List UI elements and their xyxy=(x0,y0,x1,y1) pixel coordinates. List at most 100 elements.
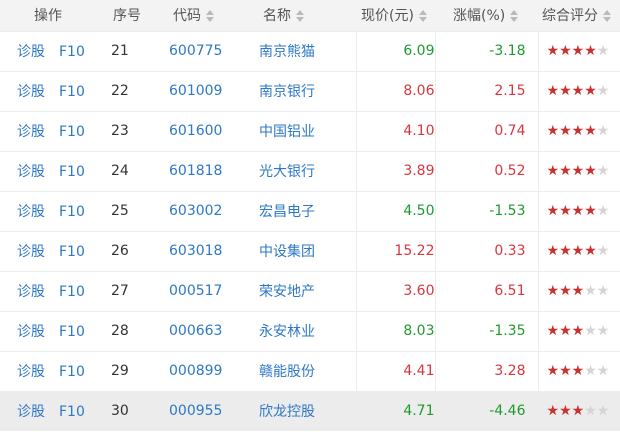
stock-code-link[interactable]: 601600 xyxy=(169,123,222,139)
star-empty-icon: ★ xyxy=(596,203,610,219)
rating-cell: ★★★★★ xyxy=(537,271,620,311)
star-empty-icon: ★ xyxy=(596,403,610,420)
change-cell: -4.46 xyxy=(434,391,538,431)
diagnose-link[interactable]: 诊股 xyxy=(17,364,45,380)
rating-stars: ★★★★★ xyxy=(547,83,610,99)
diagnose-link[interactable]: 诊股 xyxy=(17,284,45,300)
f10-link[interactable]: F10 xyxy=(59,404,85,420)
stock-code-link[interactable]: 603002 xyxy=(169,203,222,219)
header-code-sort[interactable]: 代码 xyxy=(169,0,259,31)
stock-code-link[interactable]: 000663 xyxy=(169,323,222,339)
seq-cell: 29 xyxy=(109,351,169,391)
change-cell: 0.52 xyxy=(434,151,538,191)
diagnose-link[interactable]: 诊股 xyxy=(17,204,45,220)
stock-code-link[interactable]: 000517 xyxy=(169,283,222,299)
seq-cell: 26 xyxy=(109,231,169,271)
star-empty-icon: ★ xyxy=(596,363,610,379)
star-empty-icon: ★ xyxy=(584,363,597,379)
stock-name-link[interactable]: 荣安地产 xyxy=(259,284,315,300)
star-empty-icon: ★ xyxy=(584,403,597,420)
sort-arrows-icon xyxy=(296,10,304,23)
star-filled-icon: ★ xyxy=(559,43,572,59)
op-cell: 诊股 F10 xyxy=(0,151,109,191)
row-seq: 26 xyxy=(111,243,129,259)
code-cell: 000899 xyxy=(169,351,259,391)
price-cell: 4.41 xyxy=(355,351,435,391)
f10-link[interactable]: F10 xyxy=(59,44,85,60)
rating-stars: ★★★★★ xyxy=(547,163,610,179)
rating-stars: ★★★★★ xyxy=(547,363,610,379)
f10-link[interactable]: F10 xyxy=(59,84,85,100)
diagnose-link[interactable]: 诊股 xyxy=(17,244,45,260)
f10-link[interactable]: F10 xyxy=(59,364,85,380)
header-change-sort[interactable]: 涨幅(%) xyxy=(435,0,538,31)
code-cell: 603002 xyxy=(169,191,259,231)
seq-cell: 22 xyxy=(109,71,169,111)
star-filled-icon: ★ xyxy=(584,243,597,259)
f10-link[interactable]: F10 xyxy=(59,244,85,260)
diagnose-link[interactable]: 诊股 xyxy=(17,324,45,340)
f10-link[interactable]: F10 xyxy=(59,324,85,340)
op-cell: 诊股 F10 xyxy=(0,31,109,71)
diagnose-link[interactable]: 诊股 xyxy=(17,84,45,100)
stock-name-link[interactable]: 光大银行 xyxy=(259,164,315,180)
stock-code-link[interactable]: 000955 xyxy=(169,403,222,419)
rating-stars: ★★★★★ xyxy=(547,43,610,59)
star-filled-icon: ★ xyxy=(571,123,585,139)
f10-link[interactable]: F10 xyxy=(59,204,85,220)
f10-link[interactable]: F10 xyxy=(59,284,85,300)
rating-stars: ★★★★★ xyxy=(547,403,610,419)
stock-name-link[interactable]: 永安林业 xyxy=(259,324,315,340)
price-cell: 8.06 xyxy=(355,71,435,111)
star-empty-icon: ★ xyxy=(584,323,597,339)
change-percent: 0.33 xyxy=(494,243,526,259)
stock-name-link[interactable]: 南京银行 xyxy=(259,84,315,100)
stock-code-link[interactable]: 603018 xyxy=(169,243,222,259)
star-filled-icon: ★ xyxy=(584,83,597,99)
change-percent: 0.52 xyxy=(494,163,526,179)
star-filled-icon: ★ xyxy=(559,283,572,299)
diagnose-link[interactable]: 诊股 xyxy=(17,404,45,420)
diagnose-link[interactable]: 诊股 xyxy=(17,44,45,60)
stock-name-link[interactable]: 欣龙控股 xyxy=(259,404,315,420)
code-cell: 000955 xyxy=(169,391,259,431)
sort-arrows-icon xyxy=(206,10,214,23)
stock-code-link[interactable]: 600775 xyxy=(169,43,222,59)
stock-name-link[interactable]: 南京熊猫 xyxy=(259,44,315,60)
price-cell: 4.71 xyxy=(355,391,435,431)
stock-name-link[interactable]: 中国铝业 xyxy=(259,124,315,140)
star-filled-icon: ★ xyxy=(571,243,585,259)
name-cell: 光大银行 xyxy=(259,151,356,191)
diagnose-link[interactable]: 诊股 xyxy=(17,124,45,140)
name-cell: 南京银行 xyxy=(259,71,356,111)
f10-link[interactable]: F10 xyxy=(59,124,85,140)
star-filled-icon: ★ xyxy=(559,203,572,219)
stock-name-link[interactable]: 中设集团 xyxy=(259,244,315,260)
star-filled-icon: ★ xyxy=(571,403,585,420)
stock-name-link[interactable]: 宏昌电子 xyxy=(259,204,315,220)
f10-link[interactable]: F10 xyxy=(59,164,85,180)
seq-cell: 30 xyxy=(109,391,169,431)
header-name-sort[interactable]: 名称 xyxy=(259,0,356,31)
star-filled-icon: ★ xyxy=(584,203,597,219)
stock-code-link[interactable]: 601009 xyxy=(169,83,222,99)
star-filled-icon: ★ xyxy=(546,43,560,59)
table-row: 诊股 F10 21 600775 南京熊猫 6.09 -3.18 ★★★★★ xyxy=(0,31,620,71)
price-cell: 4.10 xyxy=(355,111,435,151)
star-filled-icon: ★ xyxy=(546,243,560,259)
table-body: 诊股 F10 21 600775 南京熊猫 6.09 -3.18 ★★★★★ 诊股 F10 22 60… xyxy=(0,31,620,431)
header-price-sort[interactable]: 现价(元) xyxy=(356,0,435,31)
stock-name-link[interactable]: 赣能股份 xyxy=(259,364,315,380)
table-header-row: 操作 序号 代码 名称 现价(元) 涨幅(%) 综合评分 xyxy=(0,0,620,31)
rating-cell: ★★★★★ xyxy=(537,111,620,151)
star-filled-icon: ★ xyxy=(571,83,585,99)
star-filled-icon: ★ xyxy=(546,203,560,219)
change-cell: 3.28 xyxy=(434,351,538,391)
seq-cell: 28 xyxy=(109,311,169,351)
diagnose-link[interactable]: 诊股 xyxy=(17,164,45,180)
row-seq: 30 xyxy=(111,403,129,420)
change-percent: -3.18 xyxy=(489,43,526,59)
stock-code-link[interactable]: 000899 xyxy=(169,363,222,379)
stock-code-link[interactable]: 601818 xyxy=(169,163,222,179)
header-rating-sort[interactable]: 综合评分 xyxy=(538,0,620,31)
